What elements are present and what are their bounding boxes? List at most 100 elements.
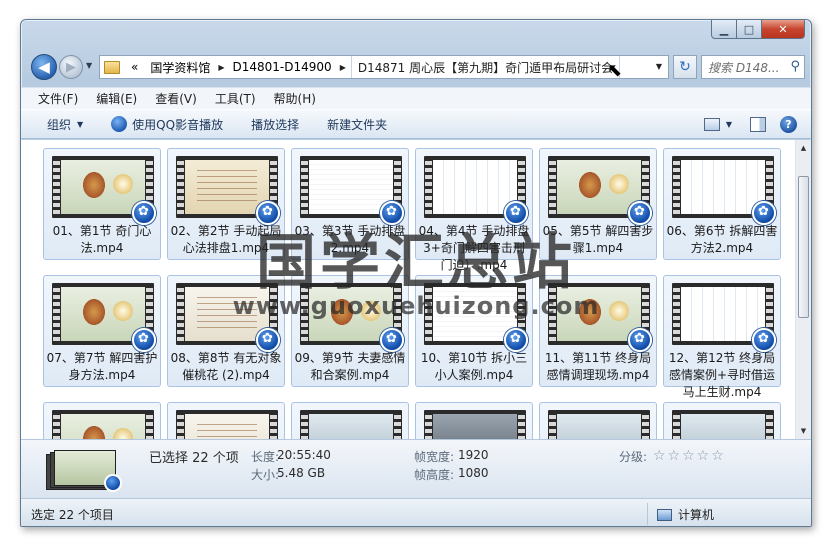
arrow-left-icon: ◀ xyxy=(38,58,50,76)
file-tile[interactable]: 07、第7节 解四害护身方法.mp4 xyxy=(43,275,161,387)
breadcrumb-separator-icon[interactable]: ▶ xyxy=(338,63,348,72)
selected-count: 已选择 22 个项 xyxy=(149,451,239,466)
play-selection-button[interactable]: 播放选择 xyxy=(251,116,299,133)
menu-view[interactable]: 查看(V) xyxy=(155,90,197,107)
view-controls: ▼ ? xyxy=(703,116,797,133)
rating-label: 分级: xyxy=(619,450,648,464)
file-name: 10、第10节 拆小三小人案例.mp4 xyxy=(420,351,528,382)
file-tile[interactable]: 12、第12节 终身局感情案例+寻时借运马上生财.mp4 xyxy=(663,275,781,399)
new-folder-button[interactable]: 新建文件夹 xyxy=(327,116,387,133)
file-tile[interactable]: 05、第5节 解四害步骤1.mp4 xyxy=(539,148,657,260)
scroll-thumb[interactable] xyxy=(798,176,809,318)
arrow-right-icon: ▶ xyxy=(66,59,76,75)
status-selection: 选定 22 个项目 xyxy=(31,508,114,522)
close-button[interactable]: ✕ xyxy=(762,20,805,39)
recent-pages-dropdown[interactable]: ▼ xyxy=(86,61,92,70)
frame-width-value: 1920 xyxy=(458,448,489,462)
video-thumbnail xyxy=(672,410,774,439)
command-bar: 组织 ▼ 使用QQ影音播放 播放选择 新建文件夹 ▼ ? xyxy=(21,109,811,139)
qq-player-icon xyxy=(752,201,776,225)
search-icon[interactable]: ⚲ xyxy=(790,59,800,74)
file-tile[interactable] xyxy=(43,402,161,439)
details-pane: 已选择 22 个项 长度: 20:55:40 大小: 5.48 GB 帧宽度: … xyxy=(21,439,811,498)
organize-label: 组织 xyxy=(47,117,72,132)
frame-height-label: 帧高度: xyxy=(414,468,455,482)
search-input[interactable]: 搜索 D148... ⚲ xyxy=(701,55,805,79)
file-tile[interactable]: 06、第6节 拆解四害方法2.mp4 xyxy=(663,148,781,260)
address-dropdown-icon[interactable]: ▼ xyxy=(656,62,662,71)
change-view-button[interactable] xyxy=(703,118,720,131)
size-label: 大小: xyxy=(251,468,280,482)
qq-player-icon xyxy=(256,328,280,352)
file-tile[interactable] xyxy=(663,402,781,439)
menu-help[interactable]: 帮助(H) xyxy=(274,90,316,107)
file-grid: 01、第1节 奇门心法.mp4 02、第2节 手动起局心法排盘1.mp4 03、第3… xyxy=(43,148,785,439)
help-button[interactable]: ? xyxy=(780,116,797,133)
minimize-button[interactable]: ▁ xyxy=(711,20,737,39)
mouse-cursor-icon: ⬉ xyxy=(607,60,623,81)
file-name: 09、第9节 夫妻感情和合案例.mp4 xyxy=(294,351,406,382)
qq-player-icon xyxy=(111,116,128,132)
forward-button[interactable]: ▶ xyxy=(59,55,83,79)
qq-player-icon xyxy=(132,328,156,352)
menu-tools[interactable]: 工具(T) xyxy=(215,90,256,107)
frame-width-label: 帧宽度: xyxy=(414,450,455,464)
play-with-qq-label: 使用QQ影音播放 xyxy=(132,117,224,132)
back-button[interactable]: ◀ xyxy=(31,54,57,80)
maximize-button[interactable]: □ xyxy=(737,20,762,39)
length-value: 20:55:40 xyxy=(277,448,331,462)
file-view[interactable]: 01、第1节 奇门心法.mp4 02、第2节 手动起局心法排盘1.mp4 03、第3… xyxy=(21,140,795,439)
file-tile[interactable]: 04、第4节 手动排盘3+奇门解四害击刑门迫）.mp4 xyxy=(415,148,533,272)
scroll-up-button[interactable]: ▲ xyxy=(796,140,811,156)
selection-thumbnail-stack xyxy=(46,448,124,492)
file-tile[interactable]: 10、第10节 拆小三小人案例.mp4 xyxy=(415,275,533,387)
status-location-label: 计算机 xyxy=(678,508,715,522)
qq-player-icon xyxy=(132,201,156,225)
file-tile[interactable]: 08、第8节 有无对象催桃花 (2).mp4 xyxy=(167,275,285,387)
qq-player-icon xyxy=(256,201,280,225)
search-placeholder: 搜索 D148... xyxy=(708,60,780,75)
video-thumbnail xyxy=(424,410,526,439)
breadcrumb-overflow[interactable]: « xyxy=(125,60,144,74)
breadcrumb-item[interactable]: 国学资料馆 xyxy=(144,59,216,76)
vertical-scrollbar[interactable]: ▲ ▼ xyxy=(795,140,811,439)
file-name: 07、第7节 解四害护身方法.mp4 xyxy=(46,351,158,382)
menu-file[interactable]: 文件(F) xyxy=(38,90,78,107)
status-bar: 选定 22 个项目 计算机 xyxy=(21,498,811,526)
video-thumbnail xyxy=(176,410,278,439)
menu-edit[interactable]: 编辑(E) xyxy=(96,90,137,107)
breadcrumb-separator-icon[interactable]: ▶ xyxy=(216,63,226,72)
explorer-window: ▁ □ ✕ ◀ ▶ ▼ « 国学资料馆 ▶ D14801-D14900 ▶ D1… xyxy=(20,19,812,527)
file-name: 01、第1节 奇门心法.mp4 xyxy=(52,224,152,255)
qq-player-icon xyxy=(628,328,652,352)
file-name: 03、第3节 手动排盘2.mp4 xyxy=(294,224,406,255)
refresh-icon: ↻ xyxy=(679,59,691,75)
file-tile[interactable]: 03、第3节 手动排盘2.mp4 xyxy=(291,148,409,260)
file-tile[interactable] xyxy=(167,402,285,439)
file-tile[interactable] xyxy=(539,402,657,439)
file-tile[interactable]: 09、第9节 夫妻感情和合案例.mp4 xyxy=(291,275,409,387)
file-name: 06、第6节 拆解四害方法2.mp4 xyxy=(666,224,778,255)
view-options-dropdown[interactable]: ▼ xyxy=(726,120,732,129)
computer-icon xyxy=(657,508,672,521)
qq-player-icon xyxy=(504,201,528,225)
file-tile[interactable]: 01、第1节 奇门心法.mp4 xyxy=(43,148,161,260)
play-with-qq-button[interactable]: 使用QQ影音播放 xyxy=(111,116,223,133)
scroll-down-button[interactable]: ▼ xyxy=(796,423,811,439)
organize-button[interactable]: 组织 ▼ xyxy=(47,116,83,133)
file-tile[interactable] xyxy=(291,402,409,439)
file-tile[interactable]: 11、第11节 终身局感情调理现场.mp4 xyxy=(539,275,657,387)
caption-buttons: ▁ □ ✕ xyxy=(711,20,805,39)
file-name: 11、第11节 终身局感情调理现场.mp4 xyxy=(544,351,652,382)
breadcrumb-item[interactable]: D14801-D14900 xyxy=(227,60,338,74)
frame-height-value: 1080 xyxy=(458,466,489,480)
preview-pane-button[interactable] xyxy=(750,117,766,132)
file-tile[interactable] xyxy=(415,402,533,439)
breadcrumb-current[interactable]: D14871 周心辰【第九期】奇门遁甲布局研讨会 xyxy=(350,56,621,78)
refresh-button[interactable]: ↻ xyxy=(673,55,697,79)
qq-player-icon xyxy=(104,474,122,492)
address-bar[interactable]: « 国学资料馆 ▶ D14801-D14900 ▶ D14871 周心辰【第九期… xyxy=(99,55,669,79)
rating-stars[interactable]: ☆☆☆☆☆ xyxy=(653,448,726,464)
file-tile[interactable]: 02、第2节 手动起局心法排盘1.mp4 xyxy=(167,148,285,260)
video-thumbnail xyxy=(52,410,154,439)
